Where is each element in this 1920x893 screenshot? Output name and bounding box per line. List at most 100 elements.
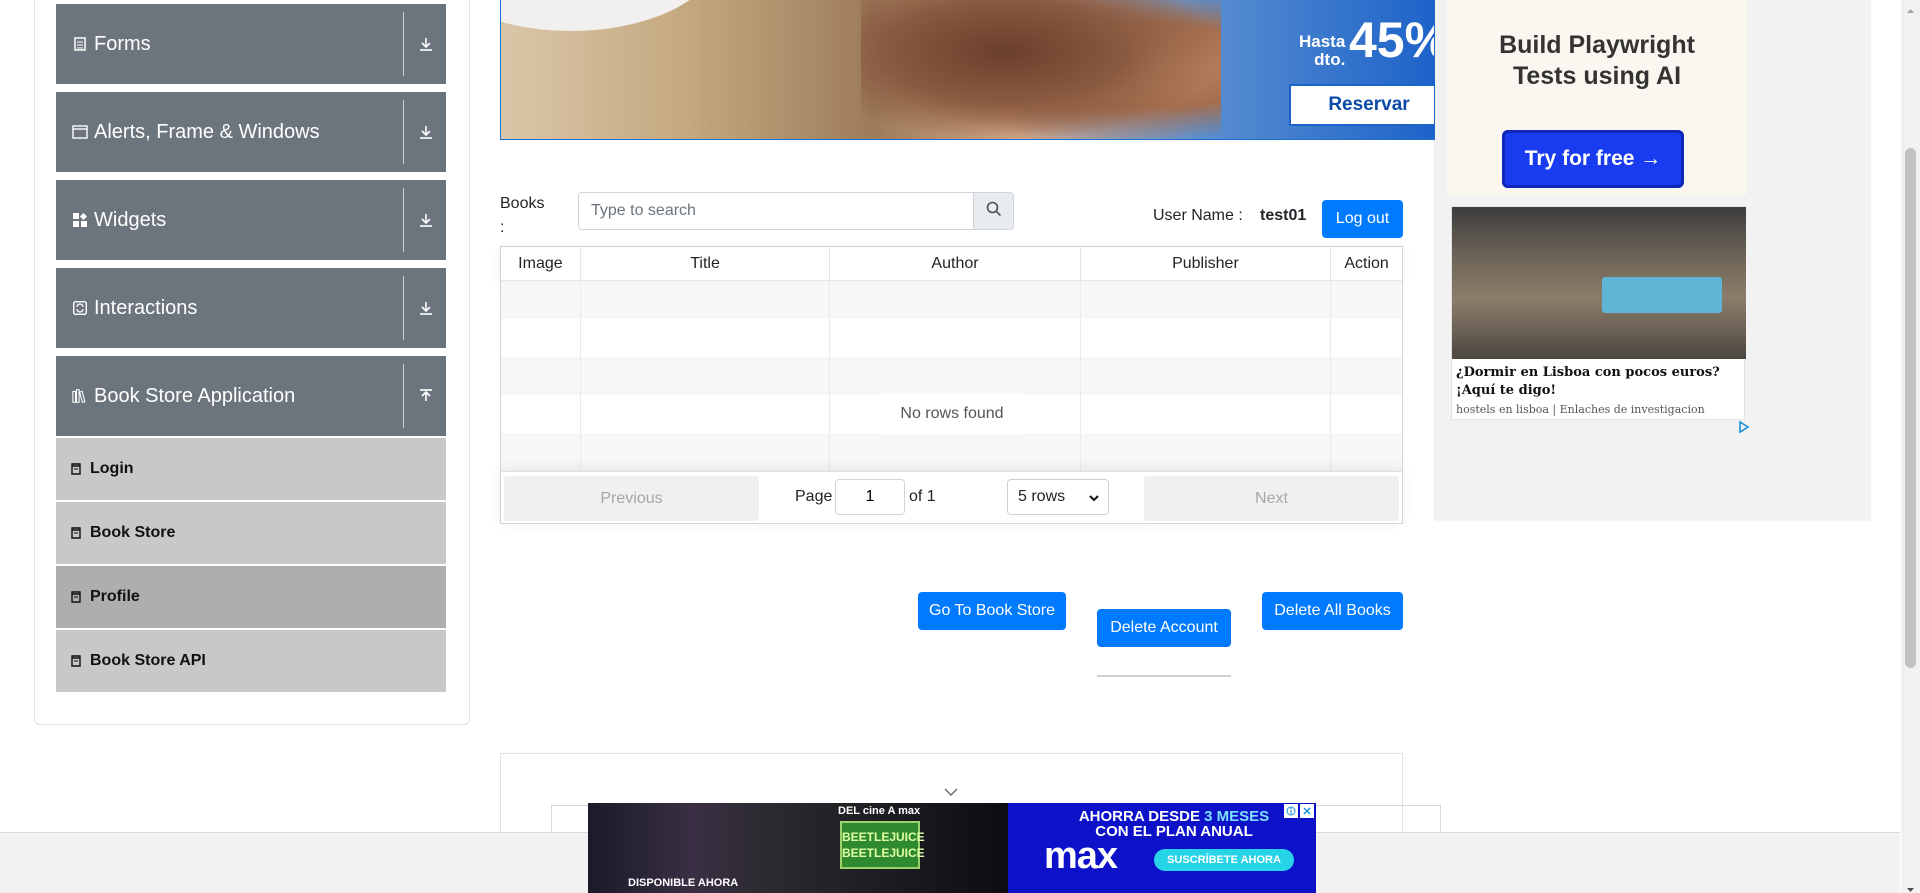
widgets-icon <box>72 212 88 228</box>
download-arrow-icon[interactable] <box>414 296 438 320</box>
ad-cine-text: DEL cine A max <box>838 805 921 817</box>
ad-try-free-button[interactable]: Try for free → <box>1502 130 1684 188</box>
divider <box>403 12 404 76</box>
banner-hasta: Hasta <box>1299 32 1346 51</box>
upload-arrow-icon[interactable] <box>414 384 438 408</box>
ad-headline-line2: Tests using AI <box>1512 62 1682 90</box>
banner-percent: 45% <box>1349 12 1434 68</box>
table-row <box>501 357 1402 395</box>
book-icon <box>70 590 82 604</box>
window-icon <box>72 124 88 140</box>
divider <box>403 188 404 252</box>
sidebar-item-book-store[interactable]: Book Store <box>56 502 446 564</box>
column-header[interactable]: Image <box>501 247 581 281</box>
delete-account-button[interactable]: Delete Account <box>1097 609 1231 647</box>
banner-dto: dto. <box>1314 50 1346 69</box>
banner-photo <box>861 0 1221 139</box>
divider <box>403 276 404 340</box>
table-row <box>501 281 1402 319</box>
search-icon <box>986 201 1002 222</box>
ad-subscribe-button[interactable]: SUSCRÍBETE AHORA <box>1154 849 1294 871</box>
column-header[interactable]: Title <box>581 247 831 281</box>
group-label: Alerts, Frame & Windows <box>94 120 320 143</box>
books-icon <box>72 388 88 404</box>
download-arrow-icon[interactable] <box>414 120 438 144</box>
column-header[interactable]: Action <box>1331 247 1402 281</box>
sidebar-item-label: Book Store API <box>90 652 206 669</box>
form-icon <box>72 36 88 52</box>
divider <box>403 100 404 164</box>
beetlejuice-logo: BEETLEJUICE BEETLEJUICE <box>840 821 925 869</box>
book-icon <box>70 462 82 476</box>
sidebar-item-label: Login <box>90 460 134 477</box>
banner-decoration <box>501 0 721 31</box>
sidebar-item-profile[interactable]: Profile <box>56 566 446 628</box>
logout-button[interactable]: Log out <box>1322 200 1403 238</box>
group-widgets[interactable]: Widgets <box>56 180 446 260</box>
ad-headline: Build Playwright Tests using AI <box>1447 30 1747 92</box>
scroll-up-arrow-icon[interactable] <box>1906 3 1915 13</box>
group-label: Widgets <box>94 208 167 231</box>
sidebar-item-login[interactable]: Login <box>56 438 446 500</box>
rows-per-page-select[interactable]: 5 rows <box>1007 479 1109 515</box>
delete-all-books-button[interactable]: Delete All Books <box>1262 592 1403 630</box>
scrollbar-thumb[interactable] <box>1905 148 1916 668</box>
chevron-down-icon[interactable] <box>943 784 959 802</box>
ad-lisboa-card[interactable]: ¿Dormir en Lisboa con pocos euros? ¡Aquí… <box>1451 206 1746 420</box>
books-table: Image Title Author Publisher Action No r… <box>500 246 1403 524</box>
sidebar-item-label: Profile <box>90 588 140 605</box>
ad-playwright-box: Build Playwright Tests using AI Try for … <box>1447 0 1747 195</box>
divider <box>403 364 404 428</box>
page-label: Page <box>795 488 833 505</box>
table-row <box>501 433 1402 471</box>
user-name-value: test01 <box>1260 207 1307 224</box>
ad-card-title: ¿Dormir en Lisboa con pocos euros? ¡Aquí… <box>1456 365 1720 398</box>
previous-button[interactable]: Previous <box>504 476 759 521</box>
pagination: Previous Page of 1 5 rows Next <box>501 471 1402 524</box>
go-to-book-store-button[interactable]: Go To Book Store <box>918 592 1066 630</box>
user-name-label: User Name : <box>1153 207 1243 224</box>
table-row <box>501 319 1402 357</box>
next-button[interactable]: Next <box>1144 476 1399 521</box>
page: Forms Alerts, Frame & Windows Widgets In… <box>0 0 1920 893</box>
table-body: No rows found <box>501 281 1402 471</box>
search-box <box>578 192 1014 230</box>
table-header: Image Title Author Publisher Action <box>501 247 1402 281</box>
group-forms[interactable]: Forms <box>56 4 446 84</box>
sidebar-item-book-store-api[interactable]: Book Store API <box>56 630 446 692</box>
scroll-down-arrow-icon[interactable] <box>1906 881 1915 892</box>
group-label: Interactions <box>94 296 198 319</box>
group-alerts-frame-windows[interactable]: Alerts, Frame & Windows <box>56 92 446 172</box>
info-icon[interactable] <box>1284 804 1298 818</box>
max-logo: max <box>1044 835 1118 877</box>
group-label: Book Store Application <box>94 384 296 407</box>
chevron-down-icon <box>1088 491 1100 509</box>
scrollbar[interactable] <box>1901 0 1920 893</box>
sidebar-item-label: Book Store <box>90 524 176 541</box>
bottom-ad[interactable]: DEL cine A max BEETLEJUICE BEETLEJUICE D… <box>588 803 1316 893</box>
interactions-icon <box>72 300 88 316</box>
ad-headline-line1: Build Playwright <box>1499 31 1695 59</box>
group-interactions[interactable]: Interactions <box>56 268 446 348</box>
banner-reservar-button[interactable]: Reservar <box>1289 84 1434 126</box>
top-banner-ad[interactable]: Hasta dto. 45% Reservar <box>500 0 1435 140</box>
divider <box>1097 675 1231 677</box>
right-ad[interactable]: Build Playwright Tests using AI Try for … <box>1435 0 1870 520</box>
page-input[interactable] <box>835 479 905 515</box>
ad-disponible-text: DISPONIBLE AHORA <box>628 877 739 889</box>
adchoices-icon[interactable] <box>1737 420 1751 434</box>
group-label: Forms <box>94 32 151 55</box>
ad-tagline-line2: CON EL PLAN ANUAL <box>1095 823 1253 840</box>
close-icon[interactable] <box>1300 804 1314 818</box>
pool-shape <box>1602 277 1722 313</box>
search-input[interactable] <box>579 193 973 229</box>
group-book-store-application[interactable]: Book Store Application <box>56 356 446 436</box>
books-label: Books : <box>500 195 545 236</box>
column-header[interactable]: Publisher <box>1081 247 1332 281</box>
download-arrow-icon[interactable] <box>414 208 438 232</box>
no-rows-message: No rows found <box>880 393 1024 435</box>
column-header[interactable]: Author <box>830 247 1081 281</box>
search-button[interactable] <box>973 193 1013 229</box>
ad-card-source: hostels en lisboa | Enlaches de investig… <box>1456 403 1705 416</box>
download-arrow-icon[interactable] <box>414 32 438 56</box>
